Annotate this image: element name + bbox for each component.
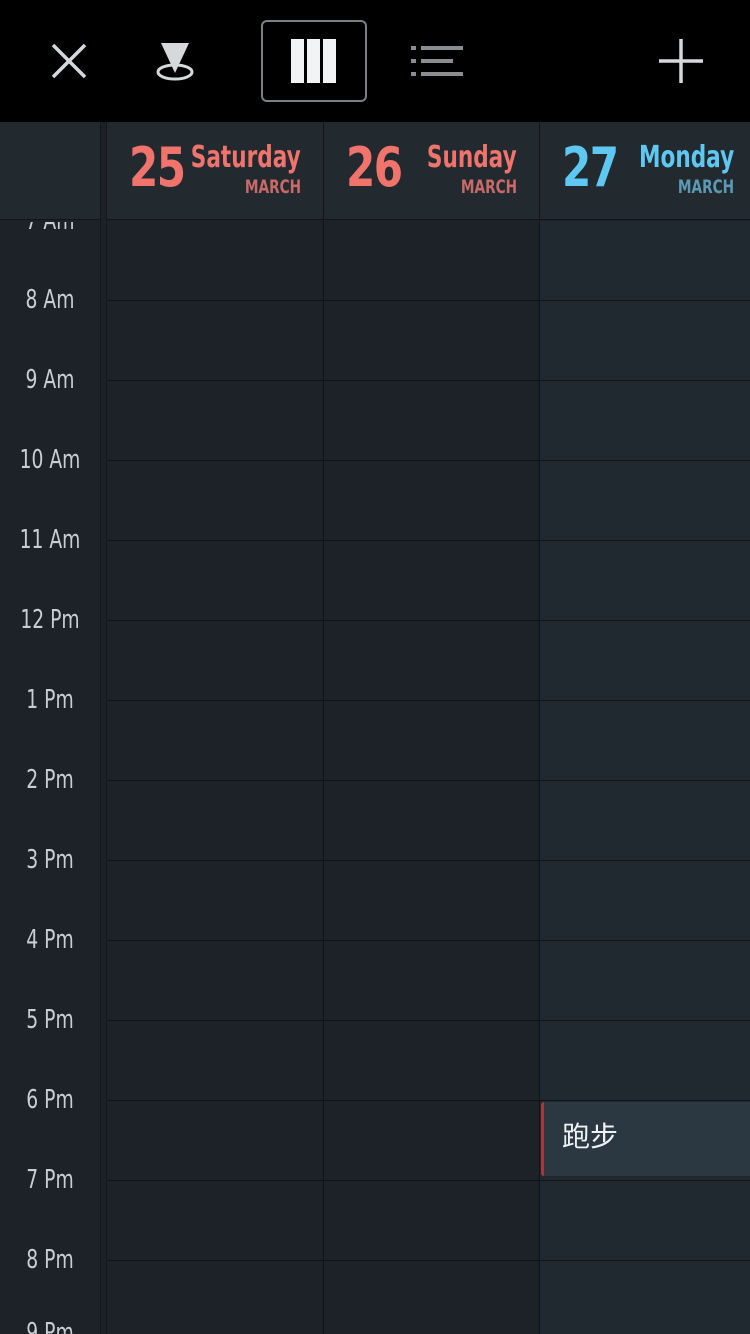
day-number: 27 (562, 136, 619, 199)
add-event-button[interactable] (640, 20, 722, 102)
hour-line (107, 780, 750, 781)
weekday-name: Saturday (191, 140, 301, 175)
day-column-26[interactable] (324, 221, 540, 1334)
hour-label: 4 Pm (26, 925, 74, 955)
day-header-27[interactable]: 27 Monday MARCH (540, 122, 750, 220)
hour-line (107, 460, 750, 461)
today-button[interactable] (134, 20, 216, 102)
hour-line (107, 860, 750, 861)
week-view-icon (291, 39, 336, 83)
calendar-event[interactable]: 跑步 (541, 1102, 750, 1176)
add-icon (659, 39, 703, 83)
gutter-divider (100, 122, 107, 1334)
day-column-25[interactable] (107, 221, 324, 1334)
close-button[interactable] (28, 20, 110, 102)
hour-line (107, 620, 750, 621)
hour-line (107, 1260, 750, 1261)
hour-line (107, 700, 750, 701)
toolbar (0, 0, 750, 122)
hour-label: 2 Pm (26, 765, 74, 795)
week-view-button[interactable] (261, 20, 367, 102)
weekday-name: Sunday (427, 140, 517, 175)
hour-line (107, 380, 750, 381)
hour-label: 11 Am (19, 525, 81, 555)
month-name: MARCH (677, 176, 734, 198)
hour-label: 8 Pm (26, 1245, 74, 1275)
hour-label: 1 Pm (26, 685, 74, 715)
hour-line (107, 1020, 750, 1021)
hour-label: 6 Pm (26, 1085, 74, 1115)
month-name: MARCH (244, 176, 301, 198)
weekday-name: Monday (638, 140, 734, 175)
hour-label: 10 Am (19, 445, 81, 475)
hour-label: 9 Pm (26, 1318, 74, 1334)
day-number: 25 (129, 136, 186, 199)
hour-line (107, 1100, 750, 1101)
hour-label: 9 Am (25, 365, 75, 395)
day-header-26[interactable]: 26 Sunday MARCH (324, 122, 540, 220)
hour-line (107, 540, 750, 541)
locate-icon (156, 43, 194, 81)
hour-label: 5 Pm (26, 1005, 74, 1035)
hour-line (107, 940, 750, 941)
event-title: 跑步 (562, 1121, 619, 1152)
month-name: MARCH (460, 176, 517, 198)
day-header-25[interactable]: 25 Saturday MARCH (107, 122, 324, 220)
hour-label: 8 Am (25, 285, 75, 315)
day-number: 26 (346, 136, 403, 199)
hour-label: 7 Pm (26, 1165, 74, 1195)
hour-label: 3 Pm (26, 845, 74, 875)
hour-line (107, 1180, 750, 1181)
list-view-button[interactable] (396, 20, 478, 102)
list-view-icon (411, 46, 463, 76)
hour-line (107, 300, 750, 301)
day-header-row: 25 Saturday MARCH 26 Sunday MARCH 27 Mon… (0, 122, 750, 220)
hour-label: 12 Pm (20, 605, 80, 635)
close-icon (51, 43, 87, 79)
